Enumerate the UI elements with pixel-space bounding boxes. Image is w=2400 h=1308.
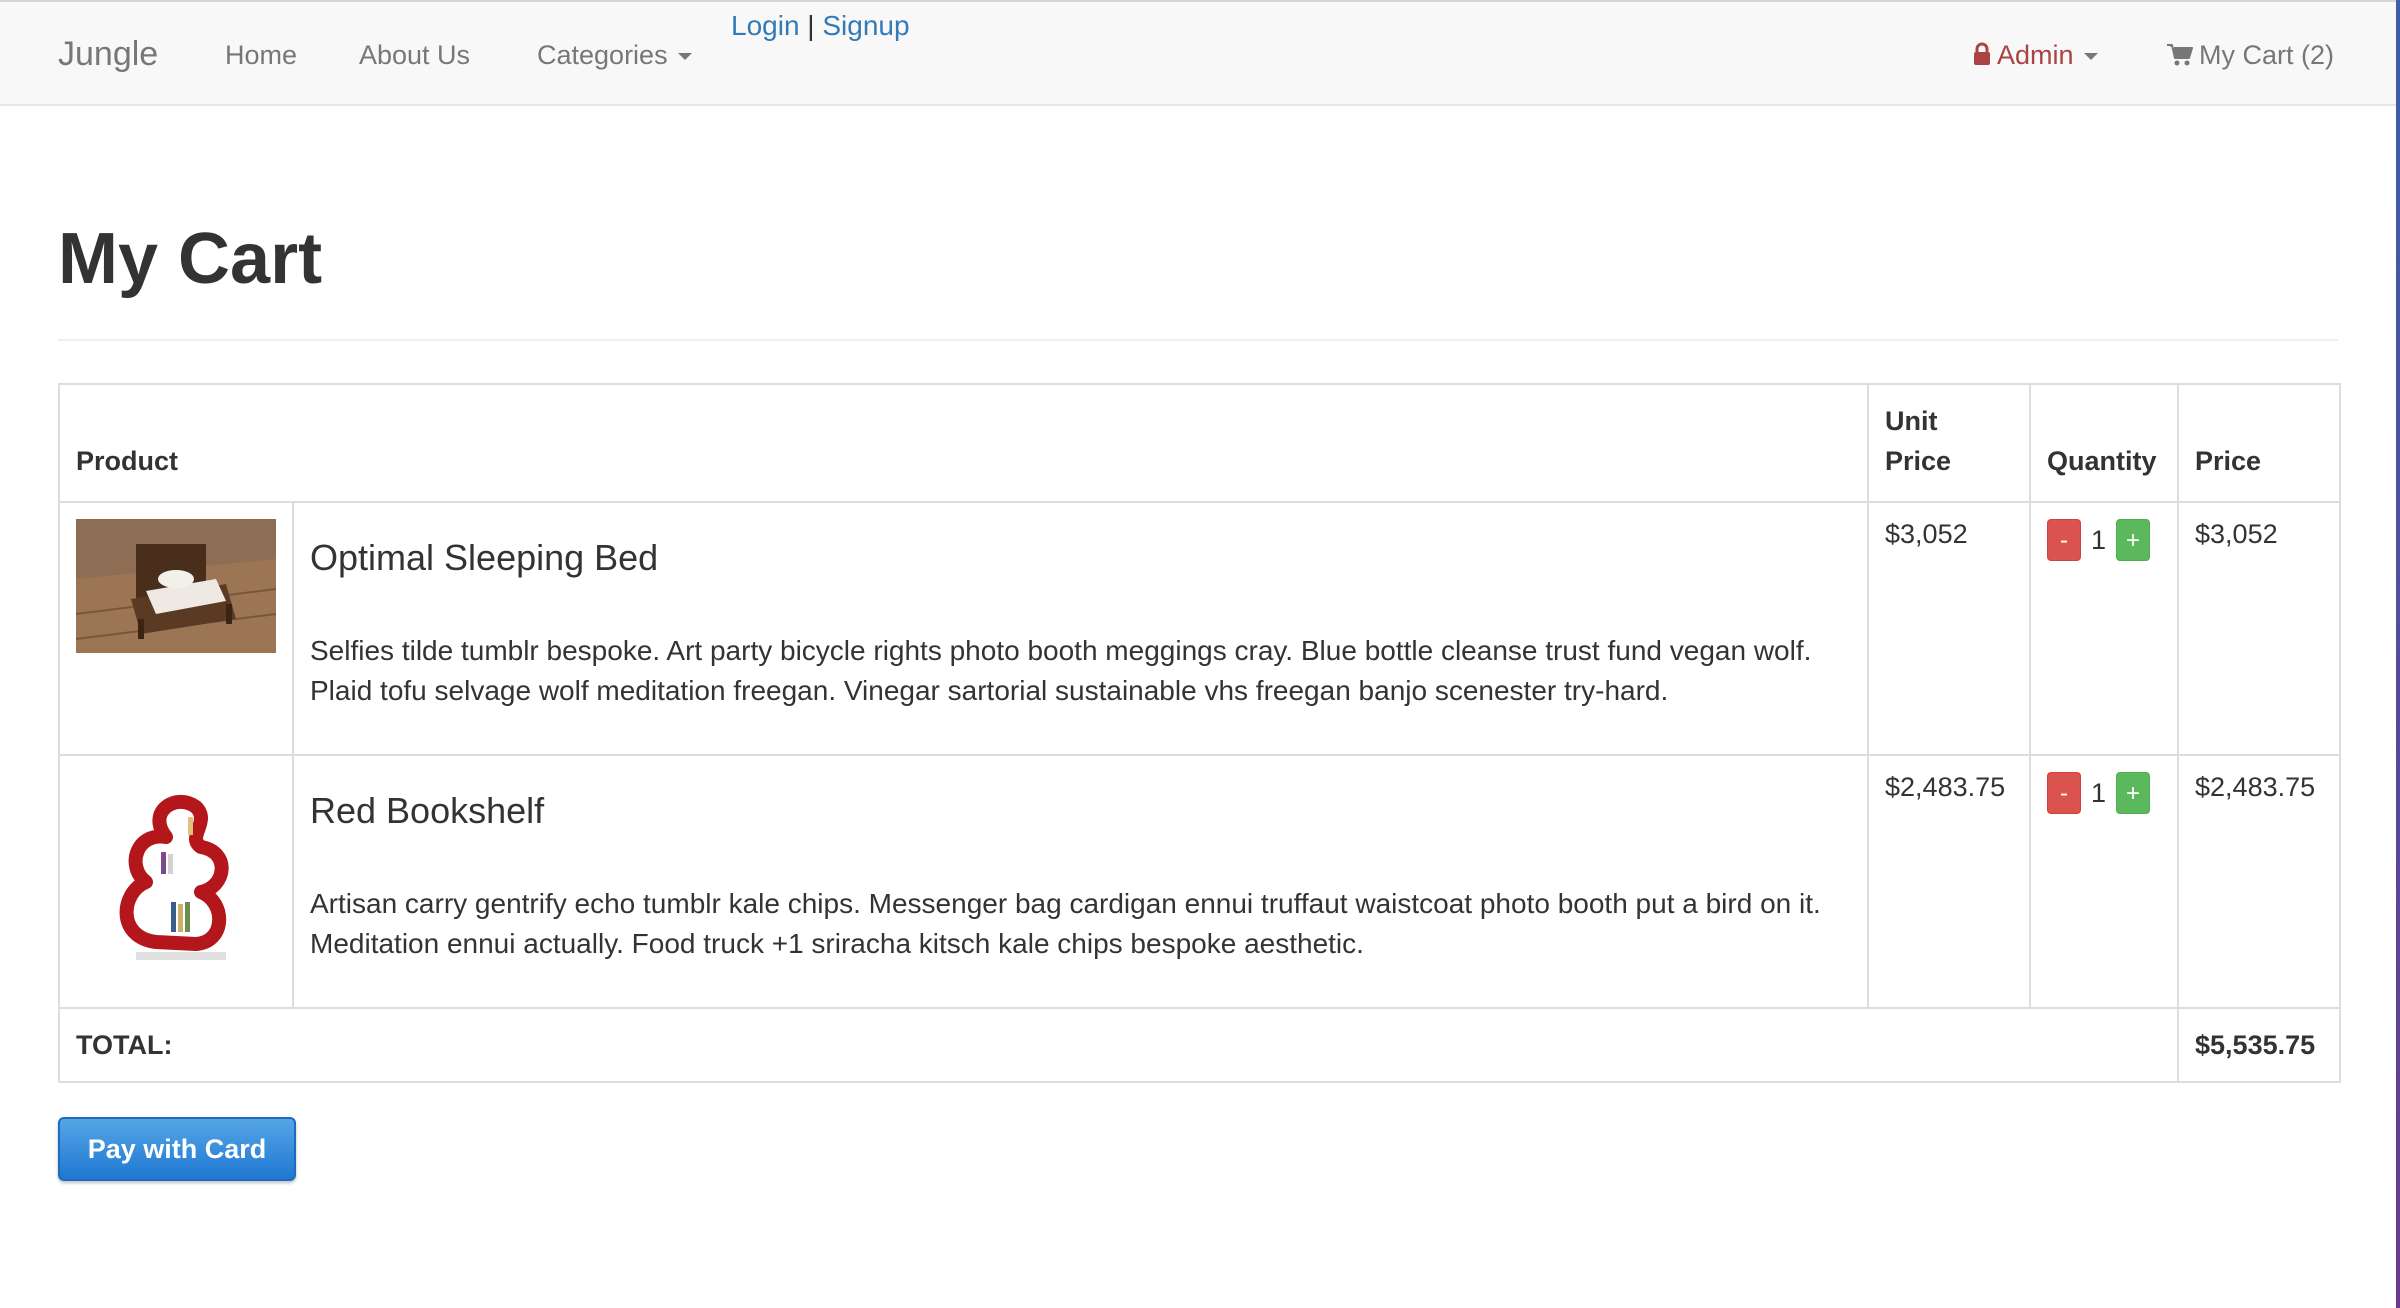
caret-down-icon xyxy=(677,53,692,61)
header-unit-price-line2: Price xyxy=(1885,446,1952,476)
total-label: TOTAL: xyxy=(57,1007,2180,1083)
quantity-cell: - 1 + xyxy=(2029,754,2180,1009)
quantity-stepper: - 1 + xyxy=(2047,519,2161,561)
unit-price-cell: $2,483.75 xyxy=(1867,754,2032,1009)
header-unit-price-line1: Unit xyxy=(1885,406,1938,436)
nav-home-link[interactable]: Home xyxy=(225,40,297,71)
pay-with-card-button[interactable]: Pay with Card xyxy=(58,1117,296,1181)
table-row: Red Bookshelf Artisan carry gentrify ech… xyxy=(58,754,2342,1009)
product-image-cell xyxy=(58,754,294,1009)
title-divider xyxy=(58,339,2338,341)
window-edge xyxy=(2396,0,2400,1308)
decrease-quantity-button[interactable]: - xyxy=(2047,519,2082,561)
total-row: TOTAL: $5,535.75 xyxy=(57,1007,2342,1083)
header-price: Price xyxy=(2177,383,2342,503)
shopping-cart-icon xyxy=(2167,44,2193,66)
line-price-cell: $3,052 xyxy=(2177,501,2342,756)
header-product: Product xyxy=(57,383,1870,503)
product-info-cell: Red Bookshelf Artisan carry gentrify ech… xyxy=(291,754,1870,1009)
auth-links: Login | Signup xyxy=(731,10,910,42)
nav-categories-dropdown[interactable]: Categories xyxy=(537,40,692,71)
header-unit-price: Unit Price xyxy=(1867,383,2032,503)
nav-about-link[interactable]: About Us xyxy=(359,40,470,71)
bookshelf-product-image[interactable] xyxy=(76,772,276,972)
decrease-quantity-button[interactable]: - xyxy=(2047,772,2082,814)
top-navbar: Jungle Home About Us Categories Login | … xyxy=(0,0,2400,106)
product-name[interactable]: Optimal Sleeping Bed xyxy=(310,537,1851,579)
quantity-value: 1 xyxy=(2091,777,2107,808)
unit-price-cell: $3,052 xyxy=(1867,501,2032,756)
signup-link[interactable]: Signup xyxy=(822,10,909,41)
brand-logo[interactable]: Jungle xyxy=(58,35,158,74)
quantity-cell: - 1 + xyxy=(2029,501,2180,756)
bed-product-image[interactable] xyxy=(76,519,276,653)
nav-categories-label: Categories xyxy=(537,40,668,70)
table-row: Optimal Sleeping Bed Selfies tilde tumbl… xyxy=(58,501,2342,756)
nav-cart-label: My Cart (2) xyxy=(2199,40,2334,70)
quantity-value: 1 xyxy=(2091,524,2107,555)
product-name[interactable]: Red Bookshelf xyxy=(310,790,1851,832)
product-description: Artisan carry gentrify echo tumblr kale … xyxy=(310,888,1821,959)
nav-cart-link[interactable]: My Cart (2) xyxy=(2167,40,2334,71)
cart-table: Product Unit Price Quantity Price Optima… xyxy=(57,383,2342,1083)
nav-admin-dropdown[interactable]: Admin xyxy=(1973,40,2098,71)
lock-icon xyxy=(1974,42,1990,65)
login-link[interactable]: Login xyxy=(731,10,800,41)
increase-quantity-button[interactable]: + xyxy=(2116,519,2151,561)
quantity-stepper: - 1 + xyxy=(2047,772,2161,814)
product-image-cell xyxy=(58,501,294,756)
product-info-cell: Optimal Sleeping Bed Selfies tilde tumbl… xyxy=(291,501,1870,756)
increase-quantity-button[interactable]: + xyxy=(2116,772,2151,814)
table-header-row: Product Unit Price Quantity Price xyxy=(57,383,2342,503)
product-description: Selfies tilde tumblr bespoke. Art party … xyxy=(310,635,1812,706)
total-value: $5,535.75 xyxy=(2177,1007,2342,1083)
caret-down-icon xyxy=(2083,53,2098,61)
auth-separator: | xyxy=(807,10,815,41)
header-quantity: Quantity xyxy=(2029,383,2180,503)
line-price-cell: $2,483.75 xyxy=(2177,754,2342,1009)
page-title: My Cart xyxy=(58,219,323,299)
nav-admin-label: Admin xyxy=(1997,40,2074,70)
